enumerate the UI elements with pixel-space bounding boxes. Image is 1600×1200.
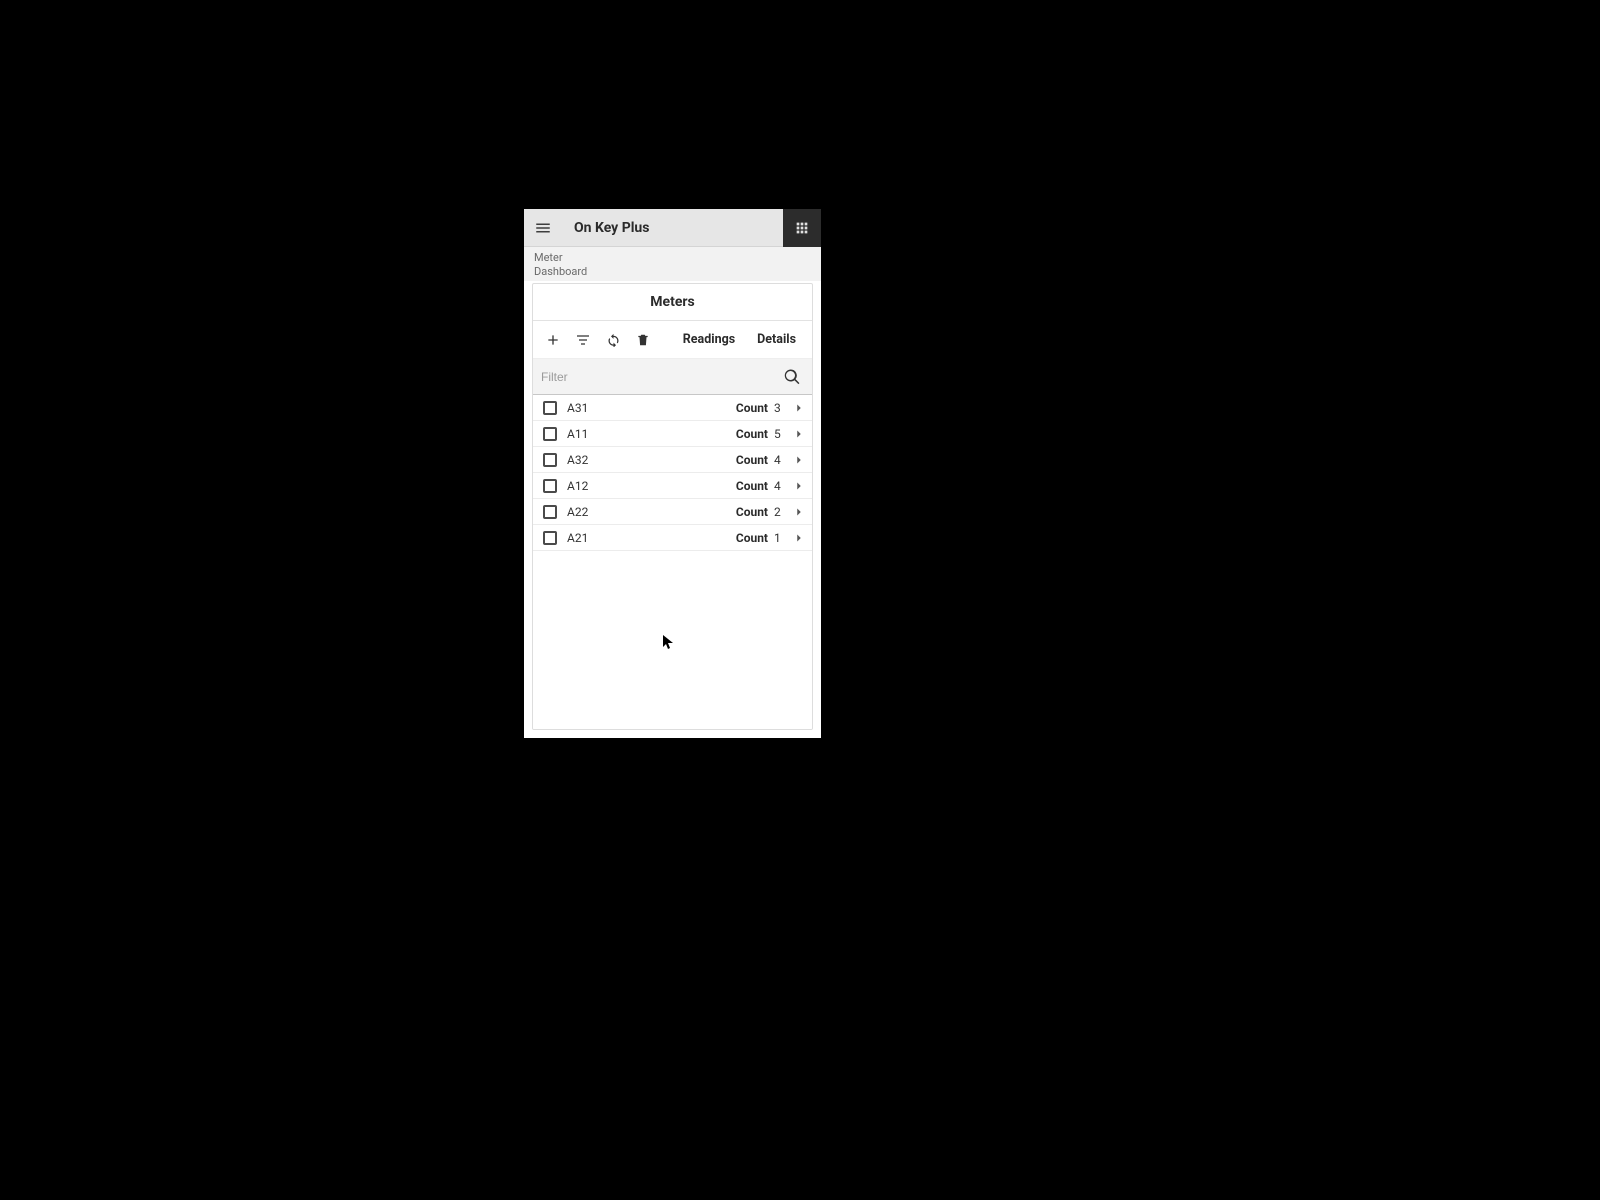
chevron-right-icon[interactable]	[792, 401, 806, 415]
row-checkbox[interactable]	[543, 505, 557, 519]
chevron-right-icon[interactable]	[792, 479, 806, 493]
count-label: Count	[736, 531, 768, 545]
meters-card: Meters Re	[532, 283, 813, 730]
search-button[interactable]	[778, 363, 806, 391]
count-value: 4	[774, 479, 782, 493]
row-checkbox[interactable]	[543, 531, 557, 545]
count-label: Count	[736, 427, 768, 441]
table-row[interactable]: A21Count 1	[533, 525, 812, 551]
refresh-button[interactable]	[599, 326, 627, 354]
row-checkbox[interactable]	[543, 427, 557, 441]
tab-details[interactable]: Details	[747, 321, 806, 358]
meter-name: A11	[567, 427, 736, 441]
count-value: 3	[774, 401, 782, 415]
count-value: 4	[774, 453, 782, 467]
chevron-right-icon[interactable]	[792, 531, 806, 545]
trash-icon	[636, 333, 650, 347]
toolbar: Readings Details	[533, 321, 812, 359]
breadcrumb: Meter Dashboard	[524, 247, 821, 281]
refresh-icon	[606, 332, 621, 347]
count-label: Count	[736, 479, 768, 493]
row-checkbox[interactable]	[543, 479, 557, 493]
card-title: Meters	[533, 284, 812, 321]
chevron-right-icon[interactable]	[792, 453, 806, 467]
chevron-right-icon[interactable]	[792, 505, 806, 519]
meter-name: A22	[567, 505, 736, 519]
tab-readings[interactable]: Readings	[673, 321, 745, 358]
filter-icon	[575, 332, 591, 348]
meter-name: A31	[567, 401, 736, 415]
table-row[interactable]: A31Count 3	[533, 395, 812, 421]
count-label: Count	[736, 505, 768, 519]
count-value: 2	[774, 505, 782, 519]
table-row[interactable]: A22Count 2	[533, 499, 812, 525]
filter-input[interactable]	[539, 366, 778, 388]
row-checkbox[interactable]	[543, 453, 557, 467]
apps-button[interactable]	[783, 209, 821, 247]
delete-button[interactable]	[629, 326, 657, 354]
menu-button[interactable]	[524, 209, 562, 247]
table-row[interactable]: A12Count 4	[533, 473, 812, 499]
apps-grid-icon	[794, 220, 810, 236]
table-row[interactable]: A32Count 4	[533, 447, 812, 473]
filter-button[interactable]	[569, 326, 597, 354]
count-value: 1	[774, 531, 782, 545]
breadcrumb-line-1: Meter	[534, 251, 811, 265]
app-window: On Key Plus Meter Dashboard Meters	[524, 209, 821, 738]
plus-icon	[545, 332, 561, 348]
filter-row	[533, 359, 812, 395]
chevron-right-icon[interactable]	[792, 427, 806, 441]
count-label: Count	[736, 453, 768, 467]
count-value: 5	[774, 427, 782, 441]
count-label: Count	[736, 401, 768, 415]
meter-list: A31Count3A11Count5A32Count4A12Count4A22C…	[533, 395, 812, 729]
breadcrumb-line-2: Dashboard	[534, 265, 811, 279]
row-checkbox[interactable]	[543, 401, 557, 415]
search-icon	[783, 368, 801, 386]
add-button[interactable]	[539, 326, 567, 354]
hamburger-icon	[534, 219, 552, 237]
meter-name: A21	[567, 531, 736, 545]
app-title: On Key Plus	[574, 220, 649, 236]
meter-name: A32	[567, 453, 736, 467]
app-header: On Key Plus	[524, 209, 821, 247]
meter-name: A12	[567, 479, 736, 493]
table-row[interactable]: A11Count 5	[533, 421, 812, 447]
